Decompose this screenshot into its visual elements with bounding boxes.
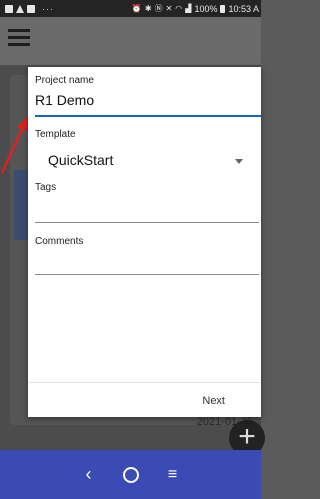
back-button[interactable]: ‹: [69, 464, 109, 485]
background-accent: [14, 170, 28, 240]
overflow-dots: ···: [42, 3, 54, 14]
signal-icon: ▟: [185, 4, 192, 13]
dropdown-arrow-icon[interactable]: [235, 159, 243, 164]
new-project-dialog: Project name R1 Demo Template QuickStart…: [28, 67, 261, 417]
clock: 10:53 A: [228, 3, 259, 14]
mute-icon: ✕: [165, 4, 173, 13]
home-button[interactable]: [122, 466, 139, 483]
status-bar: ··· ⏰ ✱ Ⓝ ✕ ◠ ▟ 100% 10:53 A: [0, 0, 261, 17]
alarm-icon: ⏰: [131, 4, 142, 13]
dialog-divider: [28, 382, 261, 383]
template-select[interactable]: Template QuickStart: [35, 129, 261, 174]
notification-icons: ···: [0, 4, 54, 14]
comments-label: Comments: [35, 236, 84, 247]
comments-field[interactable]: Comments: [35, 236, 261, 278]
project-name-underline: [35, 115, 261, 117]
app-bar: [0, 17, 261, 65]
bluetooth-icon: ✱: [144, 4, 152, 13]
battery-percent: 100%: [194, 3, 218, 14]
wifi-icon: ◠: [175, 4, 183, 13]
tags-label: Tags: [35, 182, 57, 193]
warning-icon: [16, 4, 24, 13]
navigation-bar: ‹ ≡: [0, 450, 261, 499]
next-button[interactable]: Next: [202, 395, 225, 407]
project-name-input[interactable]: R1 Demo: [35, 92, 261, 108]
tags-underline: [35, 222, 259, 223]
template-value[interactable]: QuickStart: [48, 152, 113, 168]
image-icon: [27, 4, 35, 13]
system-icons: ⏰ ✱ Ⓝ ✕ ◠ ▟ 100% 10:53 A: [132, 0, 259, 17]
image-icon: [5, 4, 13, 13]
hamburger-icon[interactable]: [8, 29, 30, 46]
annotation-arrow: [0, 117, 28, 174]
template-label: Template: [35, 129, 76, 140]
comments-underline: [35, 274, 259, 275]
project-name-field[interactable]: Project name R1 Demo: [35, 75, 261, 120]
nfc-icon: Ⓝ: [154, 4, 163, 13]
project-name-label: Project name: [35, 75, 94, 86]
battery-icon: [220, 4, 226, 13]
tags-field[interactable]: Tags: [35, 182, 261, 224]
recents-button[interactable]: ≡: [153, 466, 193, 484]
